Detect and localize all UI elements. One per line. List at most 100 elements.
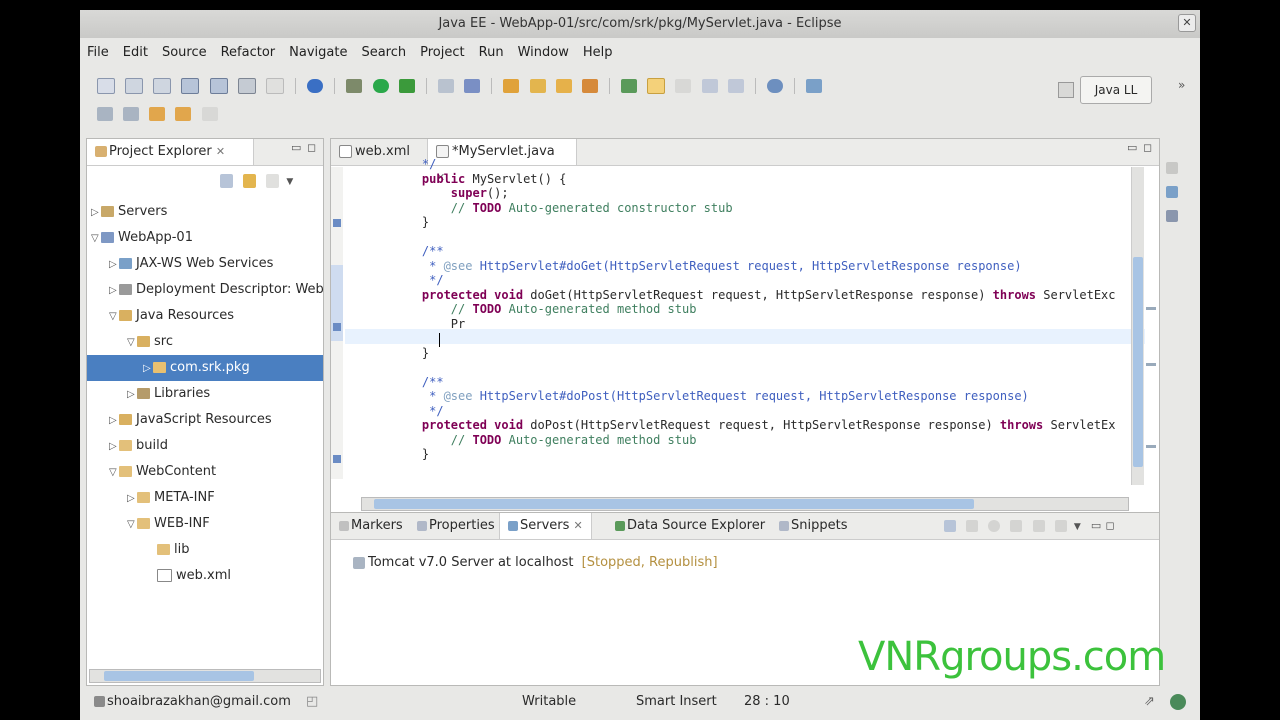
last-edit-icon[interactable] bbox=[149, 106, 166, 121]
tab-project-explorer[interactable]: Project Explorer ✕ bbox=[87, 139, 254, 165]
back-icon[interactable] bbox=[175, 106, 192, 121]
code-line[interactable]: // TODO Auto-generated method stub bbox=[393, 433, 1116, 448]
override-marker-icon[interactable] bbox=[333, 323, 341, 331]
code-area[interactable]: */ public MyServlet() { super(); // TODO… bbox=[393, 157, 1116, 462]
tab-properties[interactable]: Properties bbox=[409, 513, 503, 539]
tree-item-webapp-01[interactable]: ▽ WebApp-01 bbox=[87, 225, 323, 251]
editor-vertical-scrollbar[interactable] bbox=[1131, 167, 1144, 485]
save-all-icon[interactable] bbox=[209, 78, 228, 94]
code-line[interactable]: } bbox=[393, 447, 1116, 462]
toggle-block-icon[interactable] bbox=[675, 79, 692, 93]
code-line[interactable] bbox=[393, 230, 1116, 245]
maximize-icon[interactable]: ◻ bbox=[307, 141, 316, 154]
tree-item-lib[interactable]: lib bbox=[87, 537, 323, 563]
forward-icon[interactable] bbox=[201, 106, 218, 121]
open-task-icon[interactable] bbox=[529, 79, 546, 93]
scrollbar-thumb[interactable] bbox=[1133, 257, 1143, 467]
minimize-icon[interactable]: ▭ bbox=[291, 141, 301, 154]
overview-marker[interactable] bbox=[1146, 307, 1156, 310]
tree-item-com-srk-pkg[interactable]: ▷ com.srk.pkg bbox=[87, 355, 323, 381]
code-line[interactable]: /** bbox=[393, 244, 1116, 259]
minimize-icon[interactable]: ▭ bbox=[1091, 519, 1101, 532]
menu-refactor[interactable]: Refactor bbox=[214, 40, 283, 66]
next-annotation-icon[interactable] bbox=[97, 106, 113, 121]
code-line[interactable]: // TODO Auto-generated method stub bbox=[393, 302, 1116, 317]
run-external-tool-icon[interactable] bbox=[398, 79, 415, 93]
scrollbar-thumb[interactable] bbox=[374, 499, 974, 509]
annotation-icon[interactable] bbox=[621, 79, 638, 93]
outline-icon[interactable] bbox=[1166, 186, 1178, 198]
tree-item-servers[interactable]: ▷ Servers bbox=[87, 199, 323, 225]
internet-icon[interactable] bbox=[766, 79, 783, 93]
menu-file[interactable]: File bbox=[80, 40, 116, 66]
tree-item-meta-inf[interactable]: ▷ META-INF bbox=[87, 485, 323, 511]
code-line[interactable] bbox=[393, 360, 1116, 375]
search-tool-icon[interactable] bbox=[555, 79, 572, 93]
close-icon[interactable]: ✕ bbox=[574, 519, 583, 532]
user-account[interactable]: shoaibrazakhan@gmail.com bbox=[94, 684, 291, 720]
show-whitespace-icon[interactable] bbox=[701, 79, 718, 93]
heap-icon[interactable]: ⇗ bbox=[1144, 684, 1155, 720]
code-line[interactable]: */ bbox=[393, 273, 1116, 288]
perspective-overflow-icon[interactable]: » bbox=[1178, 78, 1185, 92]
tree-item-webcontent[interactable]: ▽ WebContent bbox=[87, 459, 323, 485]
run-icon[interactable] bbox=[372, 79, 389, 93]
maximize-icon[interactable]: ◻ bbox=[1143, 141, 1152, 154]
open-resource-icon[interactable] bbox=[581, 79, 598, 93]
menu-help[interactable]: Help bbox=[576, 40, 620, 66]
tree-item-web-inf[interactable]: ▽ WEB-INF bbox=[87, 511, 323, 537]
editor-horizontal-scrollbar[interactable] bbox=[361, 497, 1129, 511]
tab-servers[interactable]: Servers ✕ bbox=[499, 513, 592, 539]
view-menu-icon[interactable]: ▼ bbox=[286, 177, 293, 187]
java-perspective-button[interactable]: Java LL bbox=[1080, 76, 1152, 104]
tree-item-src[interactable]: ▽ src bbox=[87, 329, 323, 355]
tree-item-jax-ws[interactable]: ▷ JAX-WS Web Services bbox=[87, 251, 323, 277]
view-menu-icon[interactable]: ▼ bbox=[1074, 522, 1081, 532]
menu-project[interactable]: Project bbox=[413, 40, 471, 66]
show-source-icon[interactable] bbox=[727, 79, 744, 93]
new-interface-icon[interactable] bbox=[464, 79, 481, 93]
task-list-icon[interactable] bbox=[1166, 210, 1178, 222]
tab-markers[interactable]: Markers bbox=[331, 513, 411, 539]
code-line[interactable]: * @see HttpServlet#doGet(HttpServletRequ… bbox=[393, 259, 1116, 274]
debug-icon[interactable] bbox=[346, 79, 363, 93]
code-line[interactable]: public MyServlet() { bbox=[393, 172, 1116, 187]
fast-view-icon[interactable]: ◰ bbox=[306, 684, 318, 720]
code-line[interactable]: // TODO Auto-generated constructor stub bbox=[393, 201, 1116, 216]
new-icon[interactable] bbox=[97, 78, 115, 94]
code-line[interactable]: * @see HttpServlet#doPost(HttpServletReq… bbox=[393, 389, 1116, 404]
new-server-icon[interactable] bbox=[153, 78, 172, 94]
new-java-class-icon[interactable] bbox=[437, 79, 454, 93]
restore-icon[interactable] bbox=[1166, 162, 1178, 174]
collapse-icon[interactable] bbox=[944, 519, 956, 532]
code-line[interactable]: Pr bbox=[393, 317, 1116, 332]
tree-item-web-xml[interactable]: web.xml bbox=[87, 563, 323, 589]
open-type-icon[interactable] bbox=[503, 79, 520, 93]
tab-snippets[interactable]: Snippets bbox=[771, 513, 855, 539]
overview-marker[interactable] bbox=[1146, 445, 1156, 448]
mark-occurrences-icon[interactable] bbox=[647, 78, 666, 94]
menu-navigate[interactable]: Navigate bbox=[282, 40, 354, 66]
new-project-icon[interactable] bbox=[125, 78, 144, 94]
minimize-icon[interactable]: ▭ bbox=[1127, 141, 1137, 154]
code-line[interactable]: super(); bbox=[393, 186, 1116, 201]
tree-item-build[interactable]: ▷ build bbox=[87, 433, 323, 459]
open-web-browser-icon[interactable] bbox=[307, 79, 324, 93]
override-marker-icon[interactable] bbox=[333, 219, 341, 227]
code-line[interactable] bbox=[393, 331, 1116, 346]
code-line[interactable]: protected void doPost(HttpServletRequest… bbox=[393, 418, 1116, 433]
explorer-horizontal-scrollbar[interactable] bbox=[89, 669, 321, 683]
code-line[interactable]: protected void doGet(HttpServletRequest … bbox=[393, 288, 1116, 303]
code-line[interactable]: */ bbox=[393, 404, 1116, 419]
scrollbar-thumb[interactable] bbox=[104, 671, 254, 681]
previous-annotation-icon[interactable] bbox=[123, 106, 140, 121]
code-line[interactable]: } bbox=[393, 215, 1116, 230]
print-icon[interactable] bbox=[237, 78, 256, 94]
maximize-icon[interactable]: ◻ bbox=[1105, 519, 1114, 532]
code-line[interactable]: } bbox=[393, 346, 1116, 361]
override-marker-icon[interactable] bbox=[333, 455, 341, 463]
tree-item-java-resources[interactable]: ▽ Java Resources bbox=[87, 303, 323, 329]
tree-item-deployment-descriptor[interactable]: ▷ Deployment Descriptor: Web bbox=[87, 277, 324, 303]
menu-edit[interactable]: Edit bbox=[116, 40, 155, 66]
close-icon[interactable]: ✕ bbox=[216, 145, 225, 158]
